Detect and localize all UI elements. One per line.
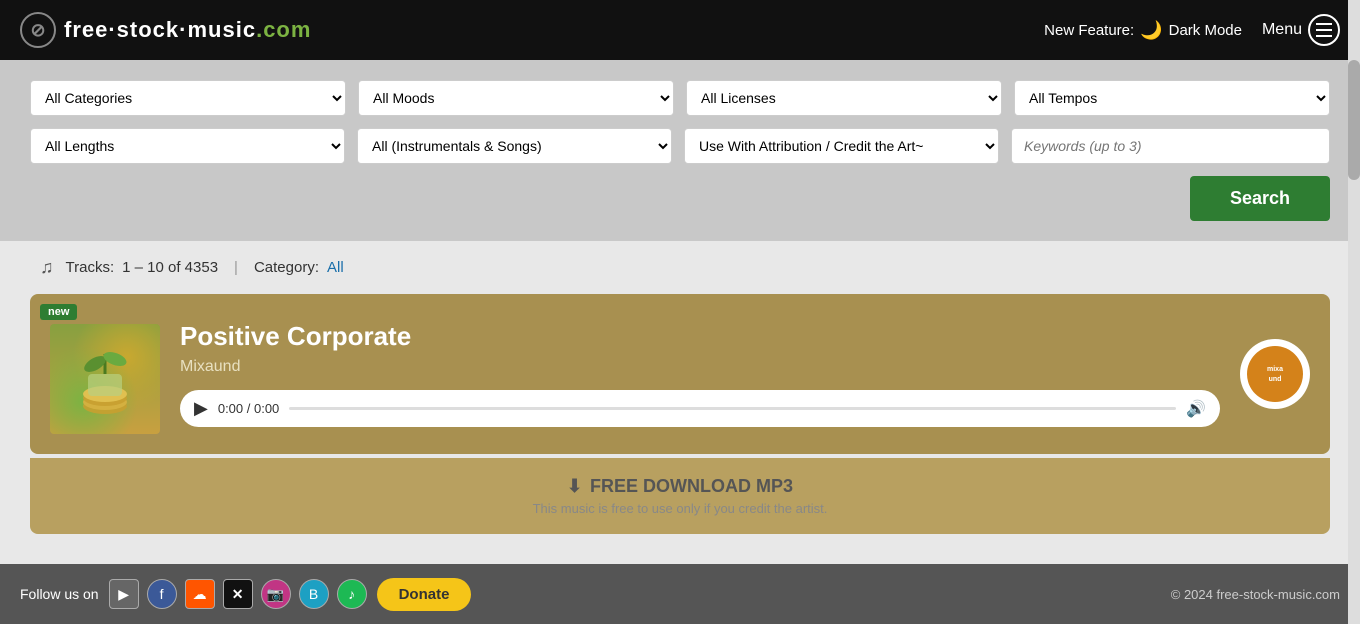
download-bar: ⬇ FREE DOWNLOAD MP3 This music is free t… xyxy=(30,458,1330,534)
download-icon: ⬇ xyxy=(567,476,582,497)
mixaund-icon: mixa und xyxy=(1250,349,1300,399)
svg-text:und: und xyxy=(1269,376,1282,383)
facebook-icon[interactable]: f xyxy=(147,579,177,609)
new-feature-label: New Feature: 🌙 Dark Mode xyxy=(1044,20,1242,41)
category-all-link[interactable]: All xyxy=(327,259,344,276)
moon-icon: 🌙 xyxy=(1140,20,1162,41)
tracks-label: Tracks: xyxy=(66,259,115,276)
play-button[interactable]: ▶ xyxy=(194,398,208,419)
music-note-icon: ♫ xyxy=(40,257,54,278)
spotify-icon[interactable]: ♪ xyxy=(337,579,367,609)
bandcamp-icon[interactable]: B xyxy=(299,579,329,609)
track-info: Positive Corporate Mixaund ▶ 0:00 / 0:00… xyxy=(180,321,1220,427)
logo-text: free·stock·music.com xyxy=(64,17,311,43)
time-display: 0:00 / 0:00 xyxy=(218,401,279,416)
progress-bar[interactable] xyxy=(289,407,1176,410)
audio-player: ▶ 0:00 / 0:00 🔊 xyxy=(180,390,1220,427)
artist-logo: mixa und xyxy=(1240,339,1310,409)
tracks-bar: ♫ Tracks: 1 – 10 of 4353 | Category: All xyxy=(0,241,1360,294)
licenses-select[interactable]: All Licenses xyxy=(686,80,1002,116)
lengths-select[interactable]: All Lengths xyxy=(30,128,345,164)
track-thumbnail xyxy=(50,324,160,434)
scrollbar-thumb[interactable] xyxy=(1348,60,1360,180)
keywords-input[interactable] xyxy=(1011,128,1330,164)
scrollbar[interactable] xyxy=(1348,0,1360,624)
search-row: Search xyxy=(30,176,1330,221)
divider: | xyxy=(234,259,238,276)
youtube-icon[interactable]: ▶ xyxy=(109,579,139,609)
track-title: Positive Corporate xyxy=(180,321,1220,352)
instagram-icon[interactable]: 📷 xyxy=(261,579,291,609)
music-card: new Po xyxy=(30,294,1330,454)
menu-icon xyxy=(1308,14,1340,46)
logo[interactable]: ⊘ free·stock·music.com xyxy=(20,12,311,48)
search-button[interactable]: Search xyxy=(1190,176,1330,221)
category-label: Category: xyxy=(254,259,319,276)
volume-icon: 🔊 xyxy=(1186,399,1206,419)
footer-left: Follow us on ▶ f ☁ ✕ 📷 B ♪ Donate xyxy=(20,578,471,611)
tempos-select[interactable]: All Tempos xyxy=(1014,80,1330,116)
types-select[interactable]: All (Instrumentals & Songs) xyxy=(357,128,672,164)
filter-row-2: All Lengths All (Instrumentals & Songs) … xyxy=(30,128,1330,164)
track-thumb-svg xyxy=(60,334,150,424)
categories-select[interactable]: All Categories xyxy=(30,80,346,116)
usage-select[interactable]: Use With Attribution / Credit the Art~ xyxy=(684,128,999,164)
header-right: New Feature: 🌙 Dark Mode Menu xyxy=(1044,14,1340,46)
soundcloud-icon[interactable]: ☁ xyxy=(185,579,215,609)
download-subtitle: This music is free to use only if you cr… xyxy=(48,501,1312,516)
moods-select[interactable]: All Moods xyxy=(358,80,674,116)
menu-button[interactable]: Menu xyxy=(1262,14,1340,46)
download-button[interactable]: ⬇ FREE DOWNLOAD MP3 xyxy=(48,476,1312,497)
track-artist: Mixaund xyxy=(180,358,1220,376)
footer-copyright: © 2024 free-stock-music.com xyxy=(1171,587,1340,602)
social-icons: ▶ f ☁ ✕ 📷 B ♪ xyxy=(109,579,367,609)
logo-icon: ⊘ xyxy=(20,12,56,48)
header: ⊘ free·stock·music.com New Feature: 🌙 Da… xyxy=(0,0,1360,60)
svg-text:mixa: mixa xyxy=(1267,366,1283,373)
tracks-range: 1 – 10 of 4353 xyxy=(122,259,218,276)
new-badge: new xyxy=(40,304,77,320)
footer: Follow us on ▶ f ☁ ✕ 📷 B ♪ Donate © 2024… xyxy=(0,564,1360,624)
filter-row-1: All Categories All Moods All Licenses Al… xyxy=(30,80,1330,116)
artist-logo-inner: mixa und xyxy=(1247,346,1303,402)
donate-button[interactable]: Donate xyxy=(377,578,472,611)
twitter-x-icon[interactable]: ✕ xyxy=(223,579,253,609)
follow-label: Follow us on xyxy=(20,586,99,602)
filter-area: All Categories All Moods All Licenses Al… xyxy=(0,60,1360,241)
main-content: new Po xyxy=(0,294,1360,534)
